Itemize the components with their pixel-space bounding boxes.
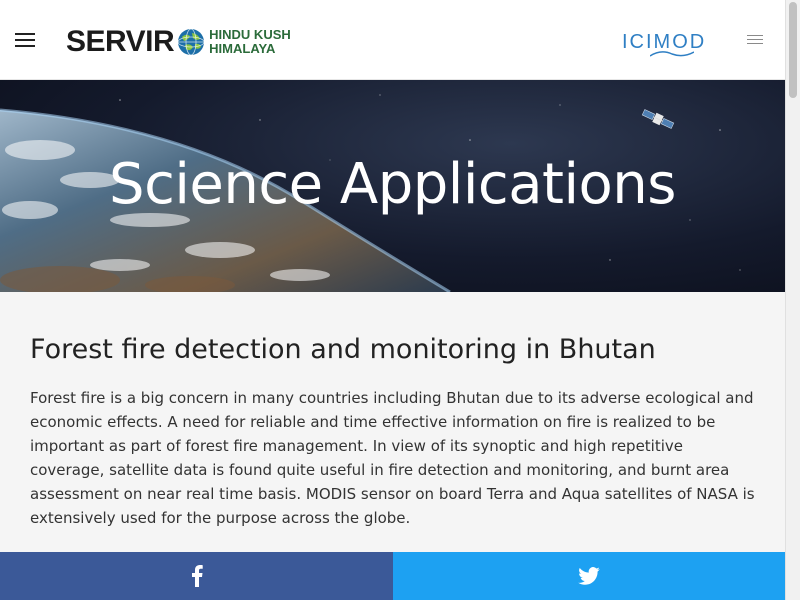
scrollbar-thumb[interactable]: [789, 2, 797, 98]
servir-logo[interactable]: SERVIR HINDU KUSH HIMALAYA: [66, 25, 291, 59]
site-header: SERVIR HINDU KUSH HIMALAYA ICIMOD: [0, 0, 785, 80]
icimod-wave-icon: [650, 51, 694, 57]
globe-icon: [177, 28, 205, 56]
page-scrollbar[interactable]: [785, 0, 800, 600]
page-title: Science Applications: [109, 152, 676, 217]
logo-sub-line2: HIMALAYA: [209, 41, 276, 56]
hamburger-menu-icon[interactable]: [15, 33, 35, 47]
article-body: Forest fire is a big concern in many cou…: [30, 389, 755, 527]
logo-subtitle: HINDU KUSH HIMALAYA: [209, 28, 291, 56]
facebook-icon: [191, 565, 203, 587]
satellite-icon: [641, 109, 675, 129]
twitter-icon: [578, 567, 600, 585]
article-section: Forest fire detection and monitoring in …: [30, 332, 755, 530]
hero-banner: Science Applications: [0, 80, 785, 292]
article-heading: Forest fire detection and monitoring in …: [30, 334, 656, 365]
logo-sub-line1: HINDU KUSH: [209, 27, 291, 42]
logo-wordmark: SERVIR: [66, 25, 175, 58]
share-bar: [0, 552, 785, 600]
facebook-share-button[interactable]: [0, 552, 393, 600]
list-menu-icon[interactable]: [747, 35, 763, 45]
twitter-share-button[interactable]: [393, 552, 785, 600]
